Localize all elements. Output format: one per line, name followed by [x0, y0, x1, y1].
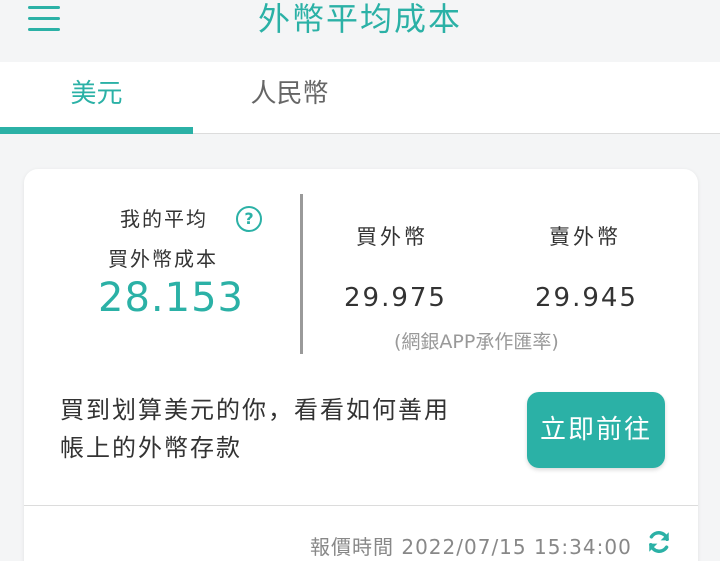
avg-cost-label-line2: 買外幣成本: [108, 247, 218, 271]
go-now-button[interactable]: 立即前往: [527, 392, 665, 468]
tab-cny[interactable]: 人民幣: [193, 62, 386, 134]
promo-line1: 買到划算美元的你，看看如何善用: [60, 396, 450, 424]
horizontal-divider: [24, 505, 698, 506]
average-cost-card: 我的平均 ? 買外幣成本 28.153 買外幣 賣外幣 29.975 29.94…: [24, 169, 698, 561]
sell-rate-label: 賣外幣: [549, 225, 621, 249]
buy-rate-label: 買外幣: [356, 225, 428, 249]
quote-time: 報價時間 2022/07/15 15:34:00: [310, 535, 632, 559]
promo-line2: 帳上的外幣存款: [60, 434, 242, 462]
question-circle-icon[interactable]: ?: [236, 206, 262, 232]
avg-cost-value: 28.153: [98, 275, 244, 321]
page-title: 外幣平均成本: [257, 0, 462, 38]
tab-usd[interactable]: 美元: [0, 62, 193, 134]
app-header: 外幣平均成本: [0, 0, 720, 62]
avg-cost-label-line1: 我的平均: [120, 207, 208, 231]
rate-note: (網銀APP承作匯率): [394, 331, 559, 353]
sell-rate-value: 29.945: [535, 283, 638, 313]
vertical-divider: [300, 194, 303, 354]
buy-rate-value: 29.975: [344, 283, 447, 313]
promo-text: 買到划算美元的你，看看如何善用 帳上的外幣存款: [60, 391, 500, 467]
refresh-icon[interactable]: [646, 529, 672, 555]
currency-tabs: 美元 人民幣: [0, 62, 720, 134]
